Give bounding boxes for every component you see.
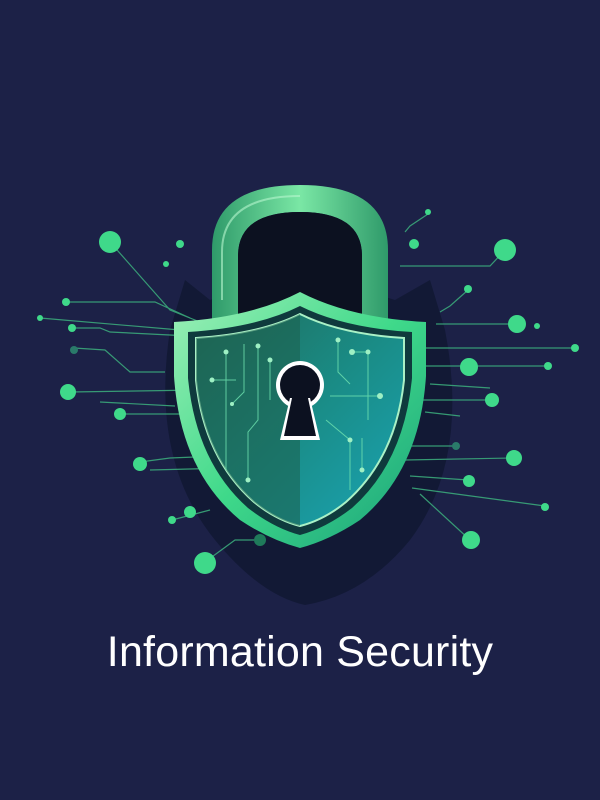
keyhole-icon xyxy=(276,361,324,440)
poster: Information Security xyxy=(0,0,600,800)
page-title: Information Security xyxy=(106,628,494,676)
